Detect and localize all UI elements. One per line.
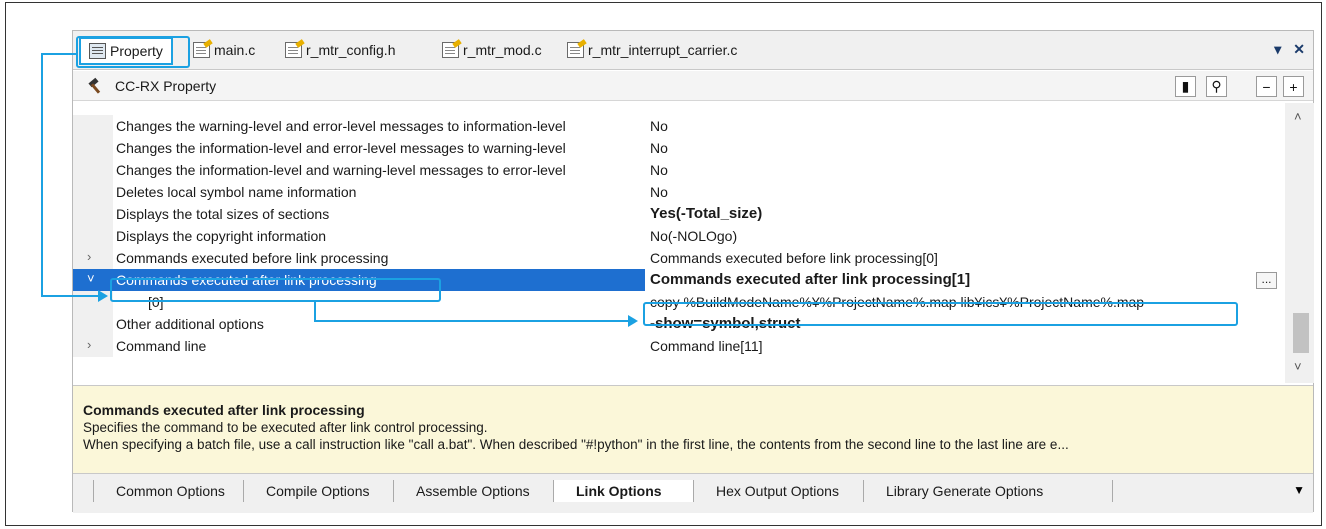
property-name: Deletes local symbol name information: [116, 184, 357, 200]
property-value[interactable]: No: [650, 184, 668, 200]
property-value[interactable]: Command line[11]: [650, 338, 763, 354]
connector-line: [41, 295, 101, 297]
connector-line: [314, 302, 316, 321]
plus-icon: +: [1289, 78, 1298, 95]
file-icon: [193, 42, 210, 58]
tab-main-c[interactable]: main.c: [193, 39, 255, 61]
connector-line: [314, 320, 630, 322]
search-button[interactable]: ⚲: [1206, 76, 1227, 97]
property-value[interactable]: No(-NOLOgo): [650, 228, 737, 244]
property-name: Displays the total sizes of sections: [116, 206, 330, 222]
highlight-command-value: [643, 302, 1238, 326]
expand-chevron-icon[interactable]: ›: [87, 337, 91, 352]
connector-line: [41, 53, 77, 55]
hammer-icon: [87, 79, 103, 93]
property-row[interactable]: Displays the copyright information No(-N…: [73, 225, 1285, 247]
tab-common-options[interactable]: Common Options: [93, 480, 243, 502]
ellipsis-button[interactable]: ...: [1256, 272, 1277, 289]
tab-label: Hex Output Options: [716, 483, 839, 499]
property-value[interactable]: Yes(-Total_size): [650, 205, 762, 222]
close-icon[interactable]: ✕: [1293, 41, 1305, 58]
tab-hex-output-options[interactable]: Hex Output Options: [693, 480, 863, 502]
highlight-selected-property: [110, 278, 441, 302]
tab-assemble-options[interactable]: Assemble Options: [393, 480, 553, 502]
tab-label: main.c: [214, 42, 256, 58]
property-value[interactable]: Commands executed after link processing[…: [650, 271, 970, 288]
property-row[interactable]: › Commands executed before link processi…: [73, 247, 1285, 269]
tab-label: Compile Options: [266, 483, 370, 499]
property-value[interactable]: Commands executed before link processing…: [650, 250, 938, 266]
property-row[interactable]: Deletes local symbol name information No: [73, 181, 1285, 203]
arrow-head-icon: [98, 290, 108, 302]
tab-compile-options[interactable]: Compile Options: [243, 480, 393, 502]
tab-scroll-arrow-icon[interactable]: ▼: [1293, 483, 1305, 497]
property-window: Property main.c r_mtr_config.h r_mtr_mod…: [72, 30, 1314, 513]
file-icon: [567, 42, 584, 58]
collapse-button[interactable]: −: [1256, 76, 1277, 97]
tab-label: Assemble Options: [416, 483, 530, 499]
arrow-head-icon: [628, 315, 638, 327]
tab-r-mtr-interrupt-carrier-c[interactable]: r_mtr_interrupt_carrier.c: [567, 39, 737, 61]
tab-label: r_mtr_config.h: [306, 42, 396, 58]
minus-icon: −: [1262, 78, 1271, 95]
tab-r-mtr-config-h[interactable]: r_mtr_config.h: [285, 39, 395, 61]
property-row[interactable]: Displays the total sizes of sections Yes…: [73, 203, 1285, 225]
property-row[interactable]: › Command line Command line[11]: [73, 335, 1285, 357]
tab-link-options[interactable]: Link Options: [553, 480, 693, 502]
property-name: Commands executed before link processing: [116, 250, 389, 266]
expand-button[interactable]: +: [1283, 76, 1304, 97]
description-line: Specifies the command to be executed aft…: [83, 420, 488, 435]
property-row[interactable]: Changes the warning-level and error-leve…: [73, 115, 1285, 137]
tab-label: Link Options: [576, 483, 662, 499]
property-name: Other additional options: [116, 316, 264, 332]
tab-label: r_mtr_interrupt_carrier.c: [588, 42, 738, 58]
tab-label: Library Generate Options: [886, 483, 1044, 499]
editor-tab-bar: Property main.c r_mtr_config.h r_mtr_mod…: [73, 31, 1313, 70]
lock-icon: ▮: [1181, 78, 1190, 94]
scroll-up-icon[interactable]: ˄: [1294, 109, 1302, 124]
description-panel: Commands executed after link processing …: [73, 385, 1313, 473]
lock-button[interactable]: ▮: [1175, 76, 1196, 97]
description-line: When specifying a batch file, use a call…: [83, 437, 1069, 452]
tab-label: Common Options: [116, 483, 225, 499]
tab-library-generate-options[interactable]: Library Generate Options: [863, 480, 1113, 502]
search-icon: ⚲: [1211, 78, 1222, 94]
property-value[interactable]: No: [650, 140, 668, 156]
scroll-thumb[interactable]: [1293, 313, 1309, 353]
property-name: Changes the warning-level and error-leve…: [116, 118, 566, 134]
file-icon: [285, 42, 302, 58]
option-tab-bar: Common Options Compile Options Assemble …: [73, 473, 1313, 513]
property-row[interactable]: Changes the information-level and warnin…: [73, 159, 1285, 181]
property-name: Displays the copyright information: [116, 228, 327, 244]
property-name: Command line: [116, 338, 207, 354]
file-icon: [442, 42, 459, 58]
connector-line: [41, 53, 43, 296]
property-row[interactable]: Changes the information-level and error-…: [73, 137, 1285, 159]
scroll-down-icon[interactable]: ˅: [1294, 359, 1302, 374]
description-title: Commands executed after link processing: [83, 402, 365, 418]
property-name: Changes the information-level and error-…: [116, 140, 566, 156]
expand-chevron-icon[interactable]: ›: [87, 249, 91, 264]
collapse-chevron-icon[interactable]: ˅: [87, 271, 95, 286]
tab-label: r_mtr_mod.c: [463, 42, 542, 58]
property-value[interactable]: No: [650, 118, 668, 134]
vertical-scrollbar[interactable]: ˄ ˅: [1285, 103, 1314, 383]
highlight-property-tab: [76, 36, 190, 68]
property-name: Changes the information-level and warnin…: [116, 162, 566, 178]
property-grid: Changes the warning-level and error-leve…: [73, 103, 1285, 383]
property-title: CC-RX Property: [115, 77, 217, 94]
property-header: CC-RX Property ▮ ⚲ − +: [73, 71, 1313, 101]
tab-r-mtr-mod-c[interactable]: r_mtr_mod.c: [442, 39, 542, 61]
tab-dropdown-icon[interactable]: ▾: [1274, 41, 1281, 58]
property-value[interactable]: No: [650, 162, 668, 178]
tab-controls: ▾ ✕: [1274, 41, 1305, 58]
